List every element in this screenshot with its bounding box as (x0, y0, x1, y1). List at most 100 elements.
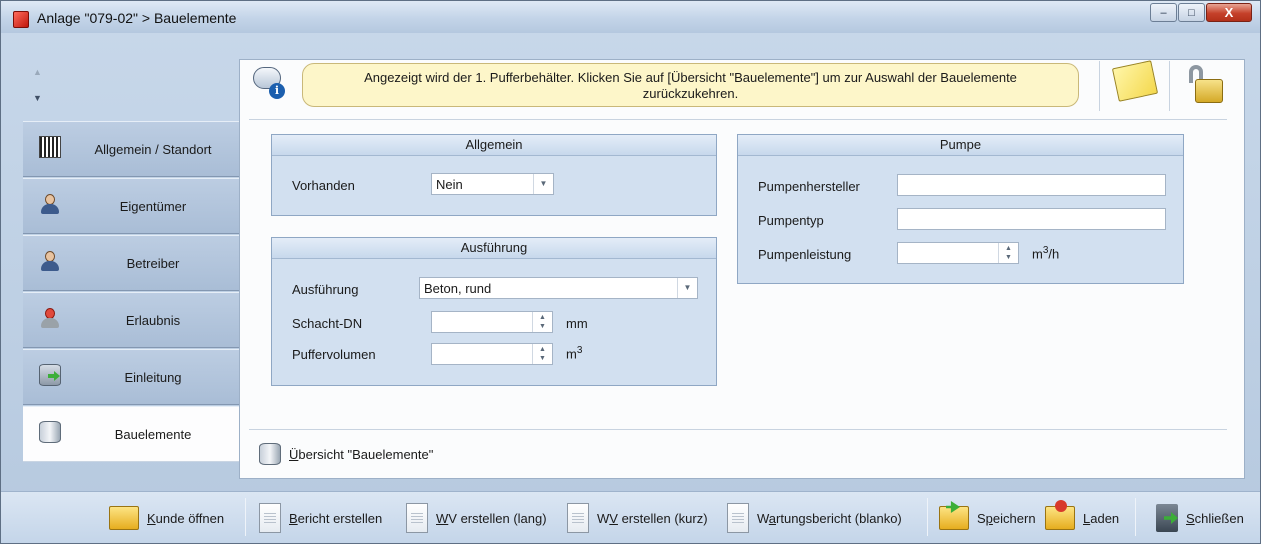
permit-person-icon (39, 307, 61, 329)
overview-label: Übersicht "Bauelemente" (289, 447, 433, 462)
mnemonic: Ü (289, 446, 299, 462)
label-prefix: W (597, 510, 610, 526)
divider (1169, 61, 1170, 111)
pumpenleistung-unit: m3/h (1032, 245, 1059, 261)
info-icon: i (253, 67, 285, 99)
divider (249, 119, 1227, 120)
pumpenhersteller-label: Pumpenhersteller (758, 179, 860, 194)
bericht-erstellen-button[interactable]: Bericht erstellen (259, 501, 382, 535)
vorhanden-select[interactable]: Nein ▼ (431, 173, 554, 195)
label-rest: eichern (992, 510, 1036, 526)
spinner-arrows-icon[interactable]: ▲ ▼ (532, 344, 552, 364)
window-title: Anlage "079-02" > Bauelemente (37, 10, 237, 26)
database-icon (259, 443, 281, 465)
person-icon (39, 250, 61, 272)
close-button[interactable]: X (1206, 3, 1252, 22)
mnemonic: p (985, 510, 993, 526)
overview-bauelemente-link[interactable]: Übersicht "Bauelemente" (259, 442, 433, 466)
ausfuehrung-label: Ausführung (292, 282, 359, 297)
chevron-down-icon[interactable]: ▼ (533, 174, 553, 194)
speichern-button[interactable]: Speichern (939, 501, 1036, 535)
label-rest: aden (1090, 510, 1120, 526)
toolbar-divider (245, 498, 246, 536)
label-rest: bersicht "Bauelemente" (298, 446, 434, 462)
mnemonic: B (289, 510, 298, 526)
group-title: Pumpe (738, 135, 1183, 156)
nav-item-erlaubnis[interactable]: Erlaubnis (23, 292, 239, 348)
ausfuehrung-value: Beton, rund (424, 281, 492, 296)
puffervolumen-spinner[interactable]: ▲ ▼ (431, 343, 553, 365)
lock-icon[interactable] (1185, 65, 1225, 105)
info-notice: Angezeigt wird der 1. Pufferbehälter. Kl… (302, 63, 1079, 107)
vorhanden-label: Vorhanden (292, 178, 355, 193)
exit-door-icon (1156, 504, 1178, 532)
ausfuehrung-select[interactable]: Beton, rund ▼ (419, 277, 698, 299)
group-title: Ausführung (272, 238, 716, 259)
label-rest: rtungsbericht (blanko) (776, 510, 902, 526)
button-label: Speichern (977, 511, 1036, 526)
spinner-arrows-icon[interactable]: ▲ ▼ (998, 243, 1018, 263)
scroll-up-icon[interactable]: ▲ (33, 67, 42, 77)
pumpenhersteller-input[interactable] (897, 174, 1166, 196)
label-prefix: W (757, 510, 769, 526)
schacht-dn-unit: mm (566, 316, 588, 331)
maximize-button[interactable]: □ (1178, 3, 1205, 22)
document-icon (727, 503, 749, 533)
chevron-down-icon[interactable]: ▼ (677, 278, 697, 298)
wv-erstellen-kurz-button[interactable]: WV erstellen (kurz) (567, 501, 708, 535)
button-label: Bericht erstellen (289, 511, 382, 526)
scroll-down-icon[interactable]: ▼ (33, 93, 42, 103)
person-icon (39, 193, 61, 215)
label-rest: erstellen (kurz) (617, 510, 708, 526)
nav-item-label: Betreiber (126, 255, 180, 271)
nav-item-bauelemente[interactable]: Bauelemente (23, 406, 239, 462)
laden-button[interactable]: Laden (1045, 500, 1119, 535)
folder-icon (109, 506, 139, 530)
mnemonic: K (147, 510, 156, 526)
toolbar-divider (1135, 498, 1136, 536)
mnemonic: S (1186, 510, 1195, 526)
kunde-oeffnen-button[interactable]: Kunde öffnen (109, 501, 224, 535)
minimize-button[interactable]: – (1150, 3, 1177, 22)
nav-item-label: Erlaubnis (125, 312, 181, 328)
pumpenleistung-spinner[interactable]: ▲ ▼ (897, 242, 1019, 264)
app-icon (13, 11, 29, 28)
load-folder-icon (1045, 500, 1075, 530)
save-folder-icon (939, 506, 969, 530)
nav-item-einleitung[interactable]: Einleitung (23, 349, 239, 405)
button-label: Wartungsbericht (blanko) (757, 511, 902, 526)
puffervolumen-label: Puffervolumen (292, 347, 376, 362)
puffervolumen-unit: m3 (566, 345, 582, 361)
group-title: Allgemein (272, 135, 716, 156)
nav-item-label: Eigentümer (119, 198, 187, 214)
title-bar[interactable]: Anlage "079-02" > Bauelemente – □ X (1, 1, 1260, 33)
nav-item-betreiber[interactable]: Betreiber (23, 235, 239, 291)
unit-exponent: 3 (576, 345, 583, 356)
unit-base: m (566, 346, 577, 362)
nav-item-allgemein-standort[interactable]: Allgemein / Standort (23, 121, 239, 177)
schliessen-button[interactable]: Schließen (1156, 501, 1244, 535)
pumpenleistung-label: Pumpenleistung (758, 247, 852, 262)
wv-erstellen-lang-button[interactable]: WV erstellen (lang) (406, 501, 547, 535)
schacht-dn-label: Schacht-DN (292, 316, 363, 331)
label-rest: V erstellen (lang) (448, 510, 547, 526)
nav-item-label: Einleitung (124, 369, 182, 385)
divider (249, 429, 1227, 430)
pumpentyp-input[interactable] (897, 208, 1166, 230)
database-arrow-icon (39, 364, 61, 386)
divider (1099, 61, 1100, 111)
button-label: Laden (1083, 511, 1119, 526)
wartungsbericht-blanko-button[interactable]: Wartungsbericht (blanko) (727, 501, 902, 535)
button-label: Schließen (1186, 511, 1244, 526)
label-rest: ericht erstellen (297, 510, 383, 526)
database-icon (39, 421, 61, 443)
toolbar-divider (927, 498, 928, 536)
spinner-arrows-icon[interactable]: ▲ ▼ (532, 312, 552, 332)
mnemonic: W (436, 510, 449, 526)
nav-item-eigentuemer[interactable]: Eigentümer (23, 178, 239, 234)
nav-item-label: Allgemein / Standort (94, 141, 212, 157)
label-rest: unde öffnen (155, 510, 225, 526)
label-rest: chließen (1194, 510, 1244, 526)
button-label: WV erstellen (lang) (436, 511, 547, 526)
schacht-dn-spinner[interactable]: ▲ ▼ (431, 311, 553, 333)
